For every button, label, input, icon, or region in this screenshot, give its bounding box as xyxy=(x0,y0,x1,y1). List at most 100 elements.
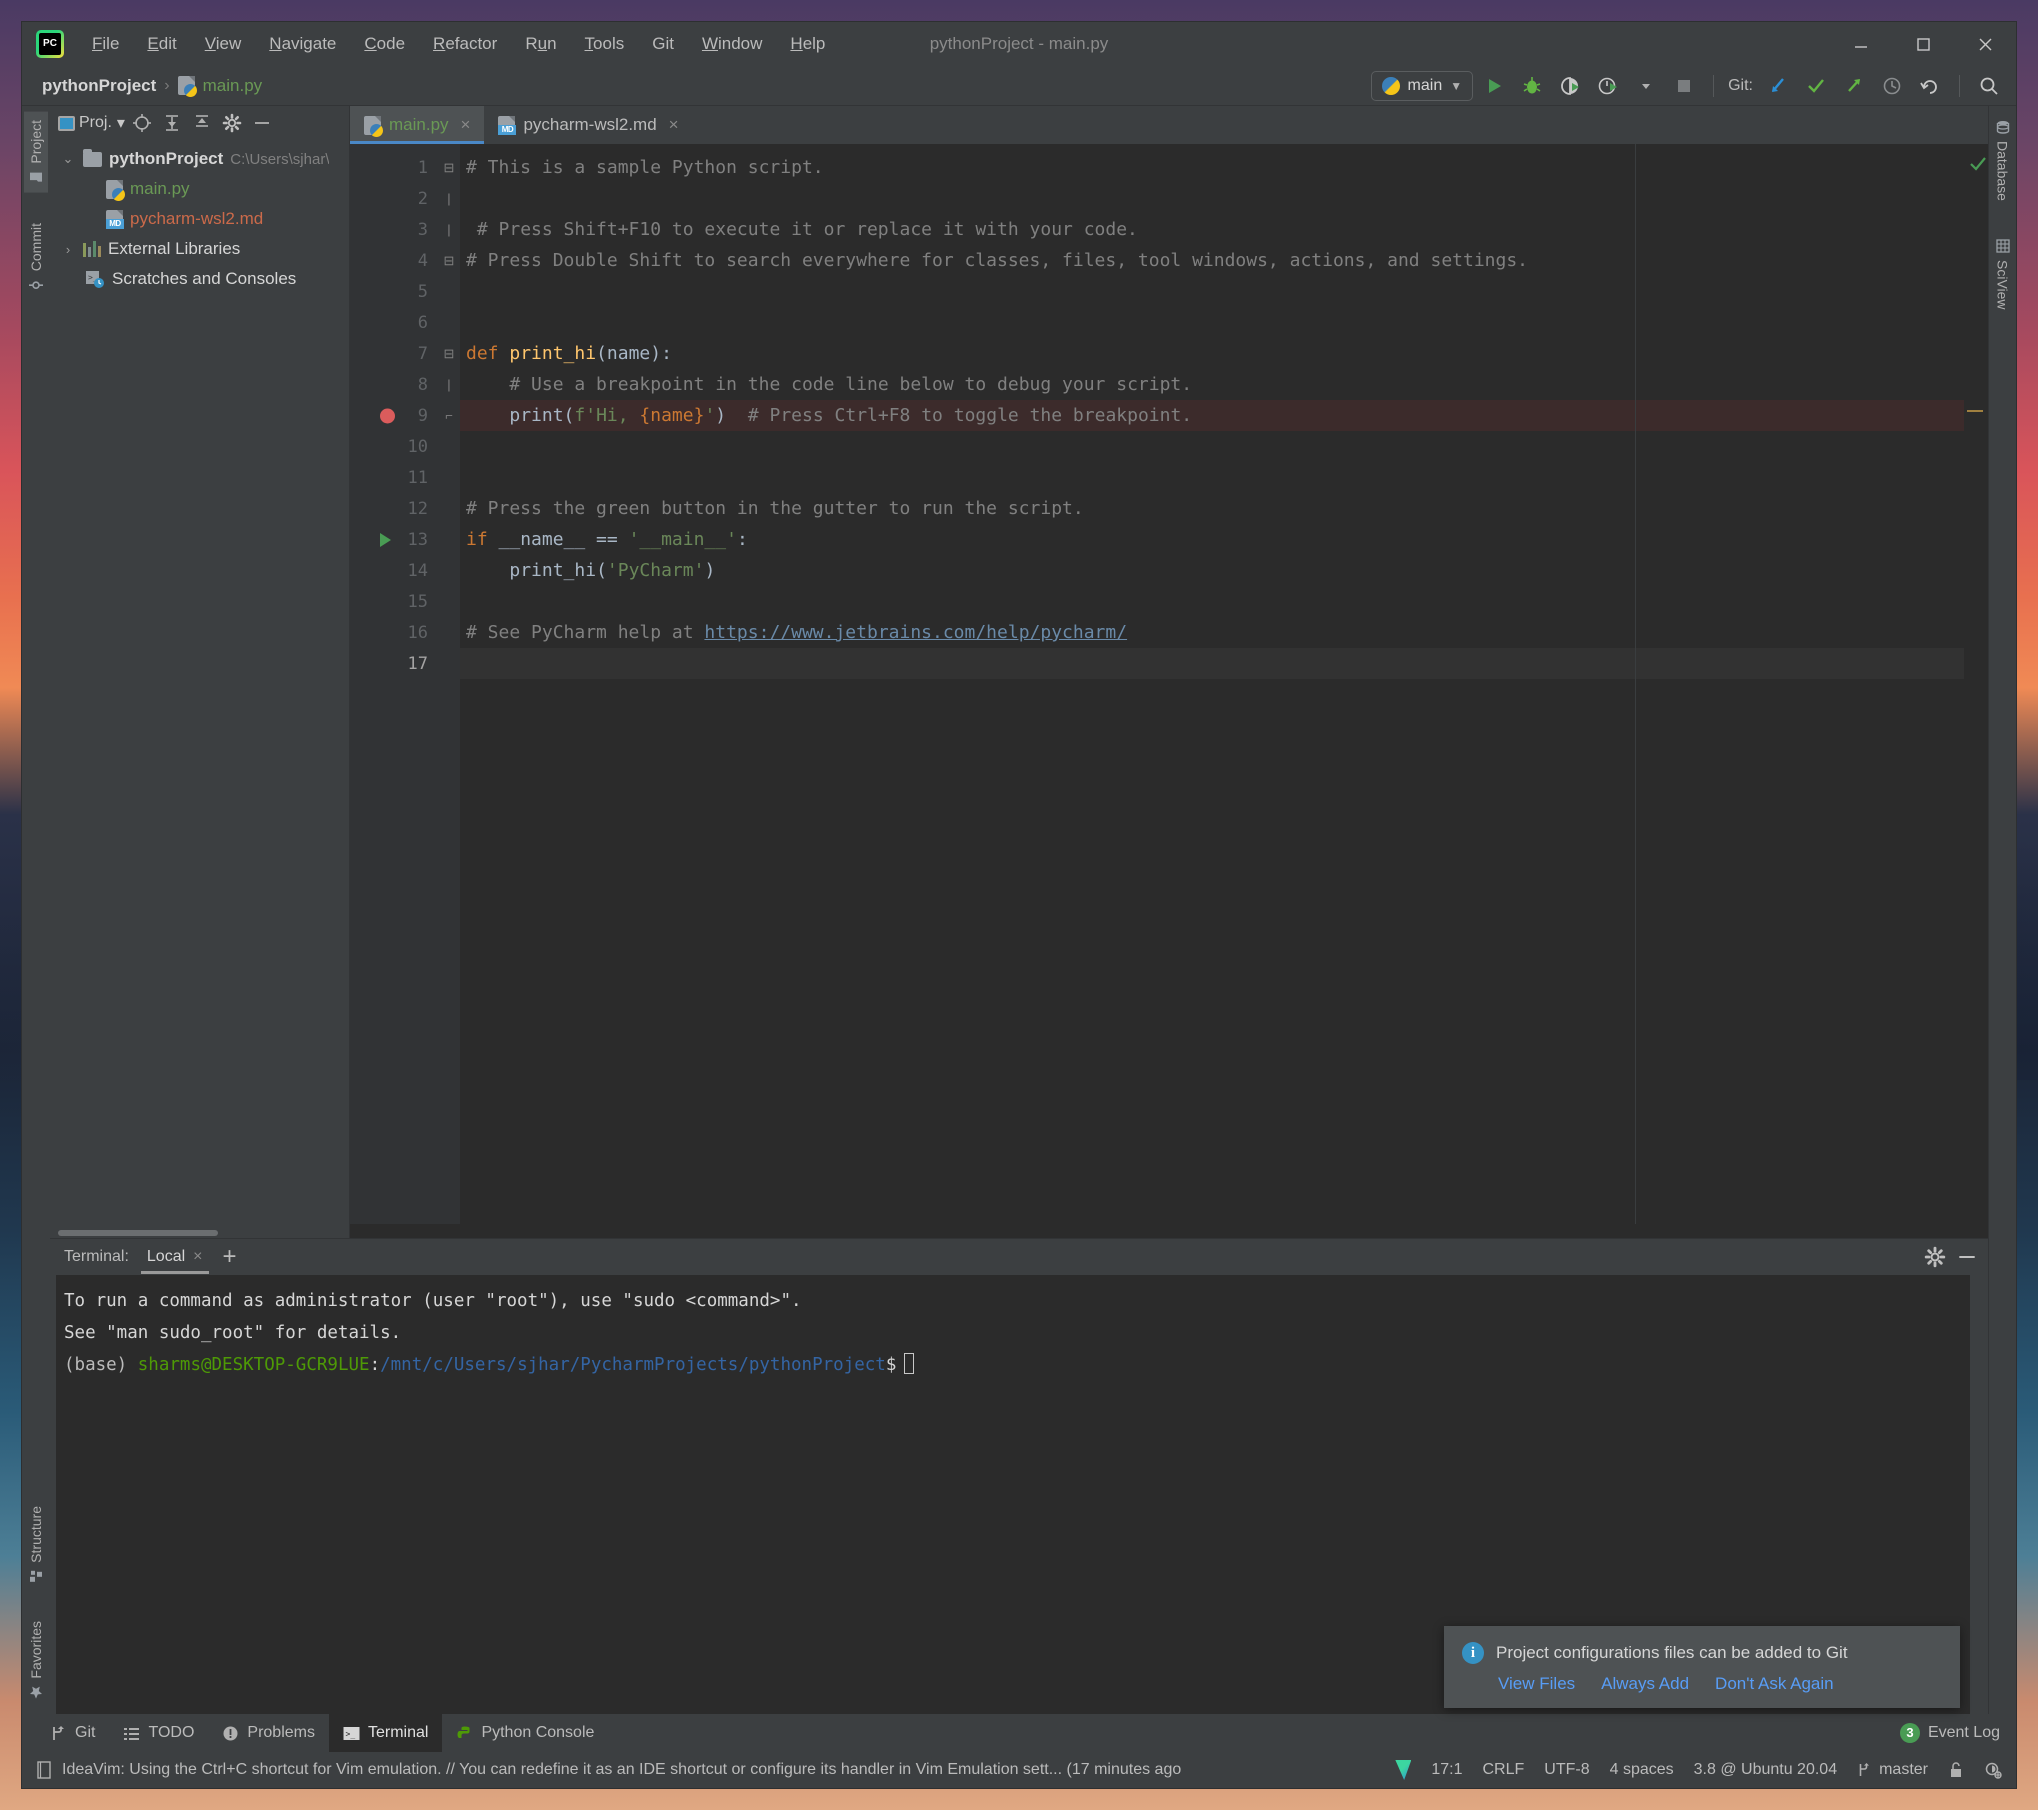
project-pane-title[interactable]: Proj. ▾ xyxy=(79,113,125,133)
menu-item-edit[interactable]: Edit xyxy=(133,30,190,58)
menu-item-tools[interactable]: Tools xyxy=(571,30,639,58)
menu-item-run[interactable]: Run xyxy=(511,30,570,58)
sidebar-item-structure[interactable]: Structure xyxy=(24,1498,48,1592)
notification-action-dont-ask-again[interactable]: Don't Ask Again xyxy=(1715,1674,1834,1694)
tool-window-problems[interactable]: Problems xyxy=(208,1714,329,1752)
sidebar-item-project[interactable]: Project xyxy=(24,112,48,193)
inspection-marker-bar[interactable] xyxy=(1964,144,1988,1224)
fold-marker[interactable]: ⊟ xyxy=(438,245,460,276)
indent-setting[interactable]: 4 spaces xyxy=(1610,1761,1674,1779)
lock-icon[interactable] xyxy=(1948,1761,1964,1779)
ideavim-icon[interactable] xyxy=(1395,1760,1412,1780)
tree-node-main-py[interactable]: main.py xyxy=(50,174,349,204)
close-icon[interactable]: × xyxy=(461,115,471,135)
code-text-area[interactable]: # This is a sample Python script. # Pres… xyxy=(460,144,1964,1224)
sidebar-item-favorites[interactable]: Favorites xyxy=(24,1613,48,1708)
right-tool-strip: Database SciView xyxy=(1988,106,2016,1714)
close-icon[interactable]: × xyxy=(193,1248,202,1266)
breadcrumb-file[interactable]: main.py xyxy=(203,76,263,96)
menu-item-window[interactable]: Window xyxy=(688,30,776,58)
menu-item-refactor[interactable]: Refactor xyxy=(419,30,511,58)
event-log-area[interactable]: 3 Event Log xyxy=(1899,1714,2016,1752)
sidebar-item-sciview[interactable]: SciView xyxy=(1991,231,2015,318)
run-configuration-selector[interactable]: main ▼ xyxy=(1370,70,1474,101)
minimize-icon[interactable] xyxy=(1956,1246,1978,1268)
breadcrumb-project[interactable]: pythonProject xyxy=(42,76,156,96)
tool-window-git[interactable]: Git xyxy=(36,1714,109,1752)
collapse-all-icon[interactable] xyxy=(189,110,215,136)
minimize-icon[interactable] xyxy=(1830,22,1892,66)
maximize-icon[interactable] xyxy=(1892,22,1954,66)
chevron-right-icon[interactable]: › xyxy=(60,242,76,257)
fold-marker[interactable]: ⌐ xyxy=(438,400,460,431)
project-pane-horizontal-scrollbar[interactable] xyxy=(50,1228,349,1238)
search-icon[interactable] xyxy=(1972,70,2006,102)
tree-node-pythonproject[interactable]: ⌄ pythonProject C:\Users\sjhar\ xyxy=(50,144,349,174)
menu-item-git[interactable]: Git xyxy=(638,30,688,58)
tool-window-python-console[interactable]: Python Console xyxy=(442,1714,608,1752)
code-comment: # Use a breakpoint in the code line belo… xyxy=(509,374,1193,395)
tab-main-py[interactable]: main.py × xyxy=(350,106,485,144)
new-terminal-session-button[interactable]: + xyxy=(213,1245,247,1269)
stop-button[interactable] xyxy=(1667,70,1701,102)
help-url-link[interactable]: https://www.jetbrains.com/help/pycharm/ xyxy=(704,622,1127,643)
tool-window-todo[interactable]: TODO xyxy=(109,1714,208,1752)
keyword-if: if xyxy=(466,529,499,550)
status-message[interactable]: IdeaVim: Using the Ctrl+C shortcut for V… xyxy=(62,1761,1181,1779)
git-branch-widget[interactable]: master xyxy=(1857,1761,1928,1779)
run-with-coverage-button[interactable] xyxy=(1553,70,1587,102)
update-project-icon[interactable] xyxy=(1761,70,1795,102)
checkmark-icon[interactable] xyxy=(1799,70,1833,102)
breakpoint-icon[interactable] xyxy=(380,408,395,423)
tree-node-pycharm-wsl2-md[interactable]: MD pycharm-wsl2.md xyxy=(50,204,349,234)
python-interpreter[interactable]: 3.8 @ Ubuntu 20.04 xyxy=(1694,1761,1837,1779)
run-button[interactable] xyxy=(1477,70,1511,102)
editor-horizontal-scrollbar[interactable] xyxy=(350,1224,1988,1238)
tab-pycharm-wsl2-md[interactable]: MD pycharm-wsl2.md × xyxy=(484,106,692,144)
notification-action-always-add[interactable]: Always Add xyxy=(1601,1674,1689,1694)
editor-gutter[interactable]: 1 2 3 4 5 6 7 8 9 10 11 12 13 14 15 16 1… xyxy=(350,144,438,1224)
profile-button[interactable] xyxy=(1591,70,1625,102)
code-text: : xyxy=(736,529,748,550)
line-number: 6 xyxy=(417,312,428,333)
toolbar-separator-2 xyxy=(1959,74,1960,97)
tool-window-terminal[interactable]: >_ Terminal xyxy=(328,1714,443,1752)
menu-item-help[interactable]: Help xyxy=(776,30,839,58)
notification-action-view-files[interactable]: View Files xyxy=(1498,1674,1575,1694)
history-icon[interactable] xyxy=(1875,70,1909,102)
caret-position[interactable]: 17:1 xyxy=(1431,1761,1462,1779)
editor-fold-gutter[interactable]: ⊟ | | ⊟ ⊟ | ⌐ xyxy=(438,144,460,1224)
chevron-down-icon[interactable]: ⌄ xyxy=(60,151,76,167)
menu-item-navigate[interactable]: Navigate xyxy=(255,30,350,58)
gear-icon[interactable] xyxy=(1924,1246,1946,1268)
menu-item-code[interactable]: Code xyxy=(350,30,419,58)
file-encoding[interactable]: UTF-8 xyxy=(1544,1761,1589,1779)
project-tool-window: Proj. ▾ ⌄ pythonProject C:\Users\sjhar\ … xyxy=(50,106,350,1238)
menu-item-file[interactable]: File xyxy=(78,30,133,58)
close-icon[interactable]: × xyxy=(669,115,679,135)
rollback-icon[interactable] xyxy=(1913,70,1947,102)
fold-marker[interactable]: ⊟ xyxy=(438,338,460,369)
debug-button[interactable] xyxy=(1515,70,1549,102)
locate-icon[interactable] xyxy=(129,110,155,136)
push-icon[interactable] xyxy=(1837,70,1871,102)
sidebar-item-database[interactable]: Database xyxy=(1991,112,2015,209)
fold-marker[interactable]: ⊟ xyxy=(438,152,460,183)
expand-all-icon[interactable] xyxy=(159,110,185,136)
tree-node-scratches-and-consoles[interactable]: >_ Scratches and Consoles xyxy=(50,264,349,294)
editor-viewport: 1 2 3 4 5 6 7 8 9 10 11 12 13 14 15 16 1… xyxy=(350,144,1988,1224)
run-gutter-icon[interactable] xyxy=(380,532,391,547)
line-separator[interactable]: CRLF xyxy=(1482,1761,1524,1779)
line-number-with-run-marker: 13 xyxy=(350,524,438,555)
notification-icon[interactable] xyxy=(36,1761,52,1779)
run-options-dropdown[interactable] xyxy=(1629,70,1663,102)
hide-icon[interactable] xyxy=(249,110,275,136)
terminal-tab-local[interactable]: Local × xyxy=(137,1242,213,1274)
menu-item-view[interactable]: View xyxy=(191,30,256,58)
tree-node-external-libraries[interactable]: › External Libraries xyxy=(50,234,349,264)
close-icon[interactable] xyxy=(1954,22,2016,66)
inspections-icon[interactable] xyxy=(1984,1761,2002,1779)
sidebar-item-commit[interactable]: Commit xyxy=(24,215,48,300)
fold-guide: | xyxy=(447,222,451,237)
gear-icon[interactable] xyxy=(219,110,245,136)
